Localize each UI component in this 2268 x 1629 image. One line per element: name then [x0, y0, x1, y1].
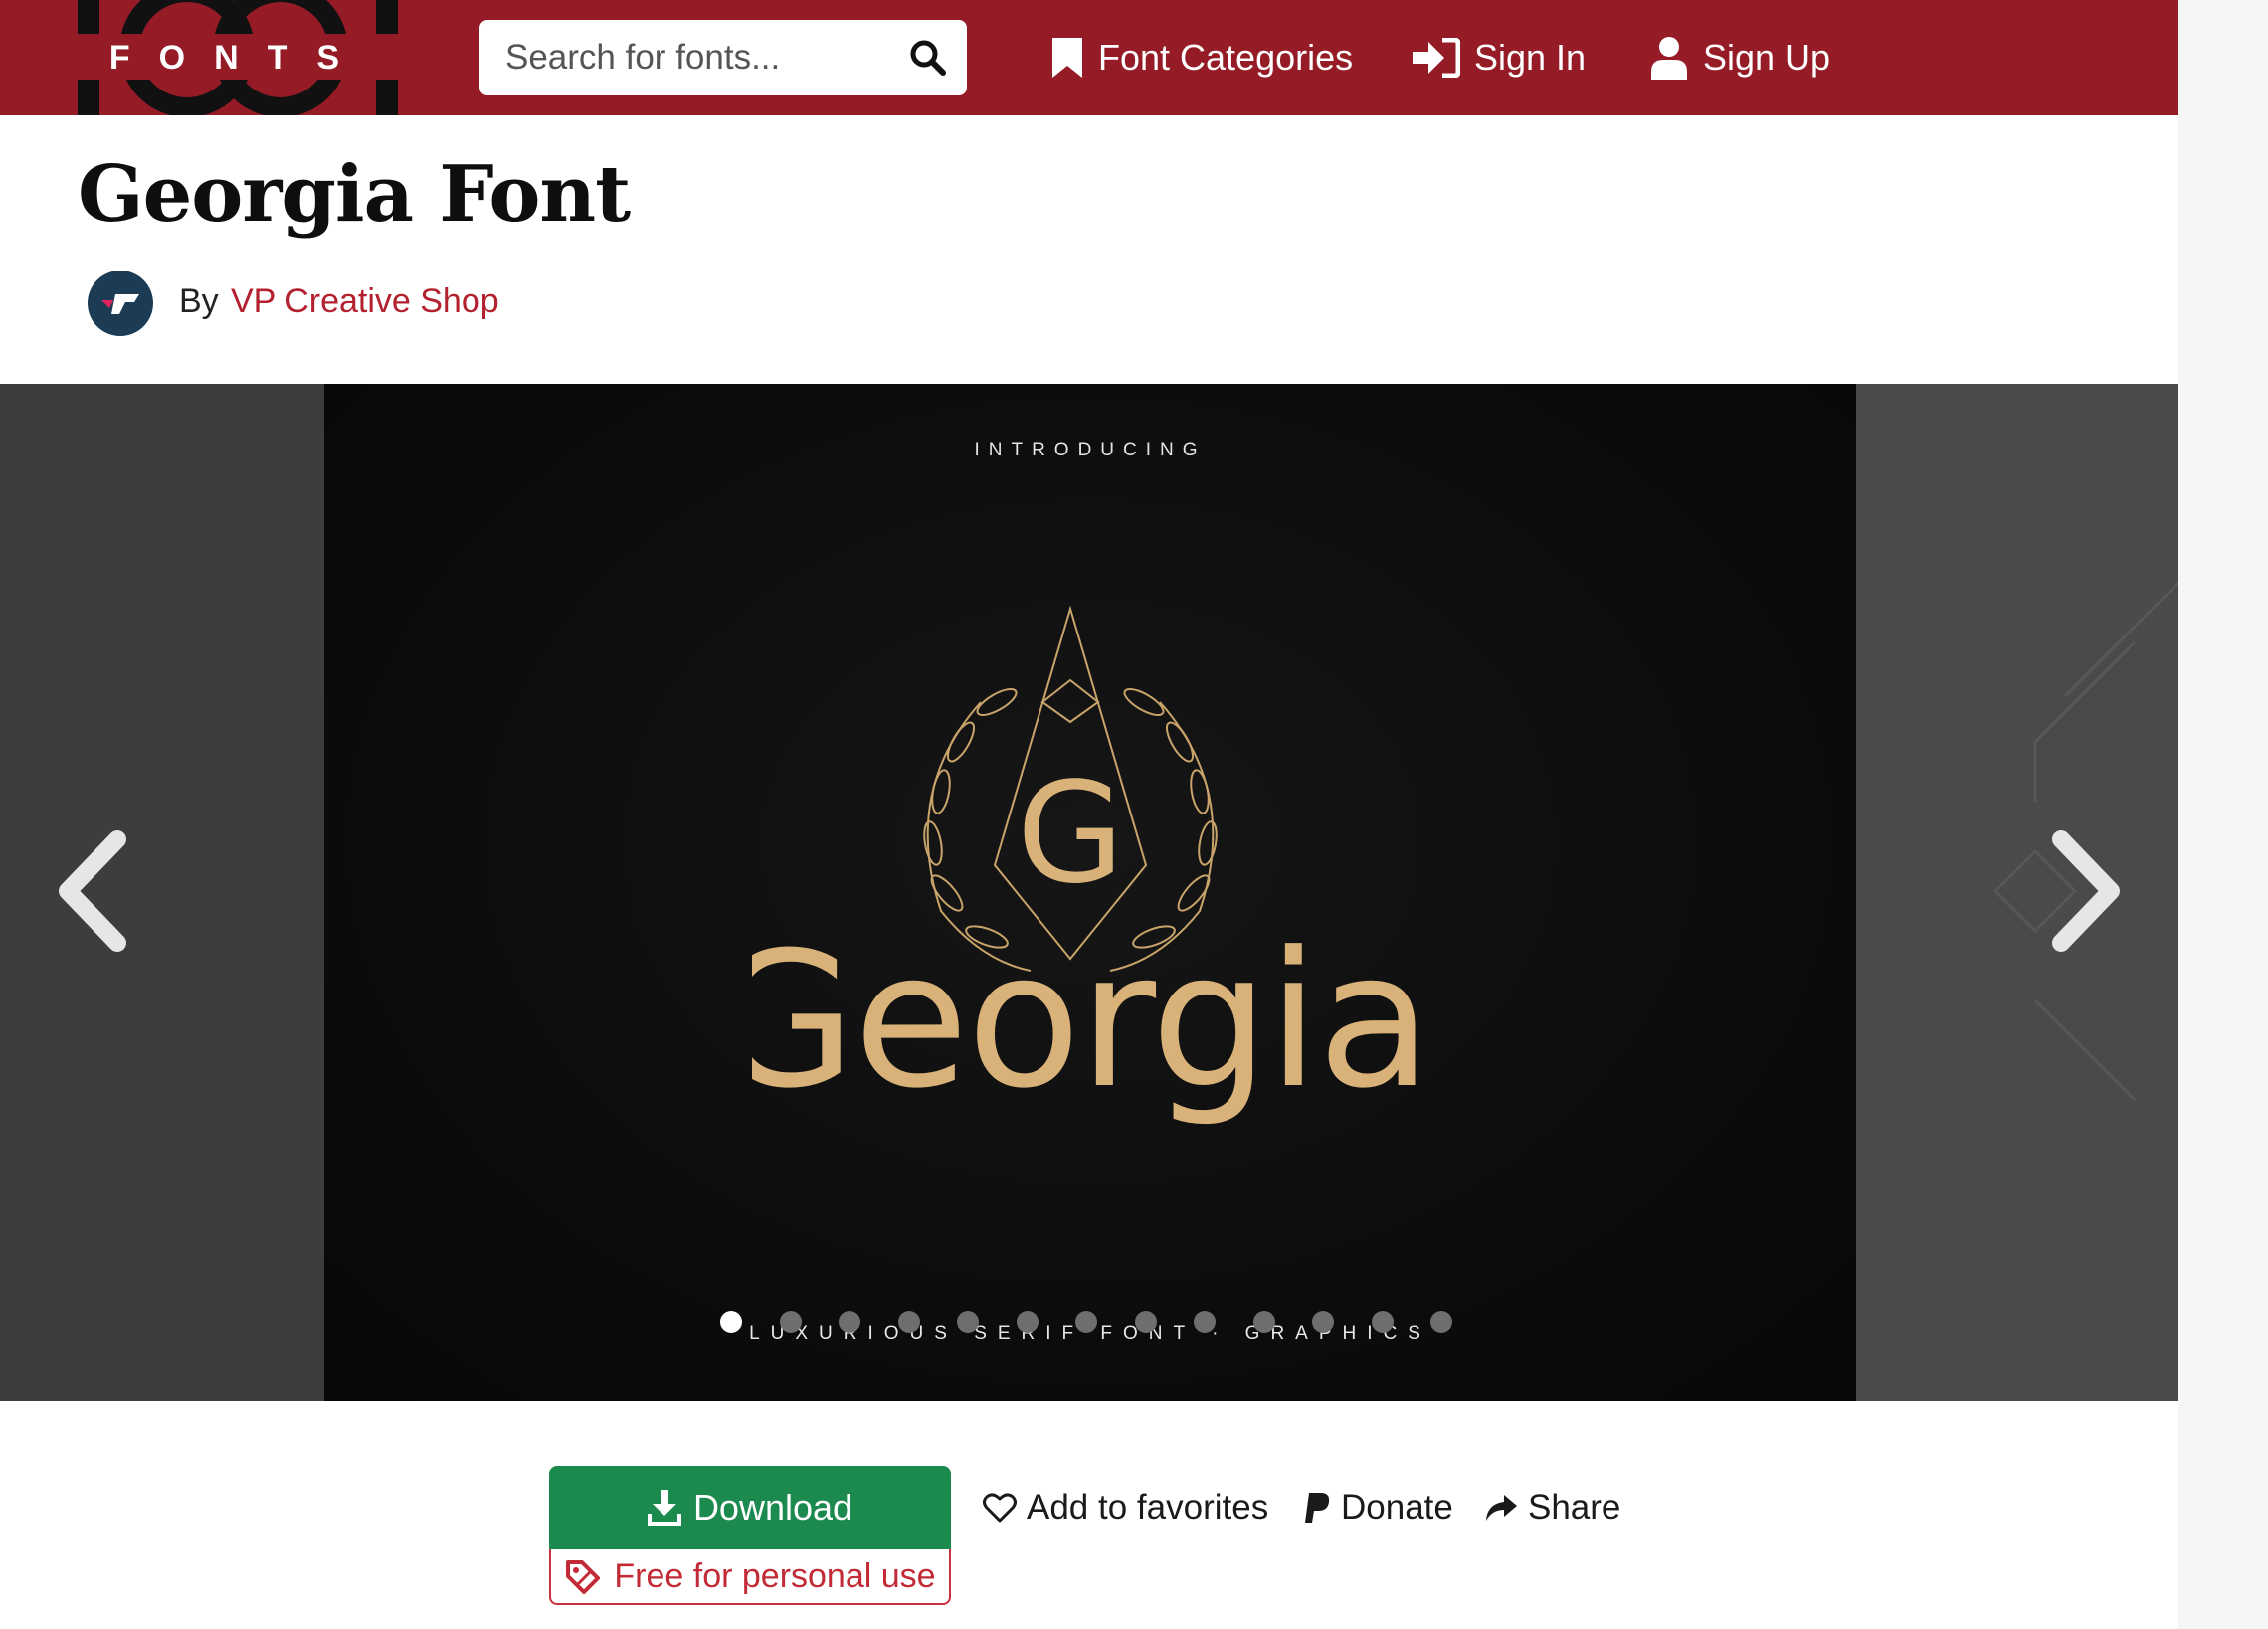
add-to-favorites-button[interactable]: Add to favorites: [983, 1482, 1268, 1534]
favorites-label: Add to favorites: [1027, 1488, 1269, 1527]
carousel-dot[interactable]: [897, 1311, 920, 1333]
user-icon: [1651, 37, 1687, 80]
nav-sign-up-label: Sign Up: [1703, 37, 1831, 78]
carousel-dot[interactable]: [1134, 1311, 1157, 1333]
carousel-dot[interactable]: [1194, 1311, 1216, 1333]
nav-font-categories-label: Font Categories: [1098, 37, 1354, 78]
share-button[interactable]: Share: [1484, 1482, 1620, 1534]
carousel-dot[interactable]: [1252, 1311, 1275, 1333]
search-input[interactable]: Search for fonts...: [505, 20, 780, 95]
carousel-dot[interactable]: [839, 1311, 860, 1333]
slide-monogram: G: [1017, 753, 1125, 915]
carousel-dot[interactable]: [1016, 1311, 1039, 1333]
author-link[interactable]: VP Creative Shop: [231, 282, 499, 321]
carousel-prev-button[interactable]: [40, 821, 139, 961]
chevron-left-icon: [59, 830, 126, 952]
chevron-right-icon: [2052, 830, 2120, 952]
download-button[interactable]: Download: [549, 1466, 951, 1549]
carousel-dot[interactable]: [1075, 1311, 1097, 1333]
download-label: Download: [692, 1487, 853, 1528]
download-icon: [647, 1490, 681, 1526]
carousel-dots: [0, 1311, 2178, 1341]
georgia-monogram-artwork: G Georgia: [752, 605, 1428, 1130]
nav-sign-in-label: Sign In: [1474, 37, 1587, 78]
share-icon: [1486, 1495, 1517, 1521]
carousel-dot[interactable]: [779, 1311, 802, 1333]
preview-carousel: INTRODUCING G Georgia LUXURIOUS SERIF FO…: [0, 384, 2178, 1401]
paypal-icon: [1305, 1493, 1330, 1523]
heart-icon: [983, 1493, 1017, 1523]
page-title: Georgia Font: [78, 149, 631, 240]
site-logo[interactable]: FONTS: [78, 0, 400, 117]
author-prefix: By: [179, 282, 219, 320]
carousel-dot[interactable]: [720, 1311, 742, 1333]
nav-sign-in[interactable]: Sign In: [1413, 26, 1586, 90]
slide-introducing-text: INTRODUCING: [974, 440, 1207, 460]
license-label: Free for personal use: [614, 1556, 936, 1595]
donate-button[interactable]: Donate: [1303, 1482, 1453, 1534]
carousel-dot[interactable]: [1371, 1311, 1394, 1333]
author-avatar[interactable]: [88, 271, 153, 336]
share-label: Share: [1528, 1488, 1621, 1527]
slide-wordmark: Georgia: [752, 912, 1428, 1130]
search-icon[interactable]: [909, 39, 947, 77]
right-gutter: [2178, 0, 2268, 1629]
top-navigation-bar: FONTS Search for fonts... Font Categorie…: [0, 0, 2178, 117]
nav-sign-up[interactable]: Sign Up: [1649, 26, 1830, 90]
nav-font-categories[interactable]: Font Categories: [1050, 26, 1353, 90]
carousel-dot[interactable]: [1312, 1311, 1334, 1333]
carousel-dot[interactable]: [957, 1311, 979, 1333]
carousel-slide[interactable]: INTRODUCING G Georgia LUXURIOUS SERIF FO…: [324, 384, 1856, 1401]
carousel-next-button[interactable]: [2039, 821, 2139, 961]
logo-text: FONTS: [109, 39, 368, 77]
carousel-dot[interactable]: [1430, 1311, 1452, 1333]
search-box[interactable]: Search for fonts...: [479, 20, 967, 95]
license-badge[interactable]: Free for personal use: [549, 1549, 951, 1605]
donate-label: Donate: [1341, 1488, 1453, 1527]
bookmark-icon: [1052, 38, 1082, 78]
sign-in-icon: [1413, 38, 1460, 78]
price-tag-icon: [566, 1560, 601, 1594]
